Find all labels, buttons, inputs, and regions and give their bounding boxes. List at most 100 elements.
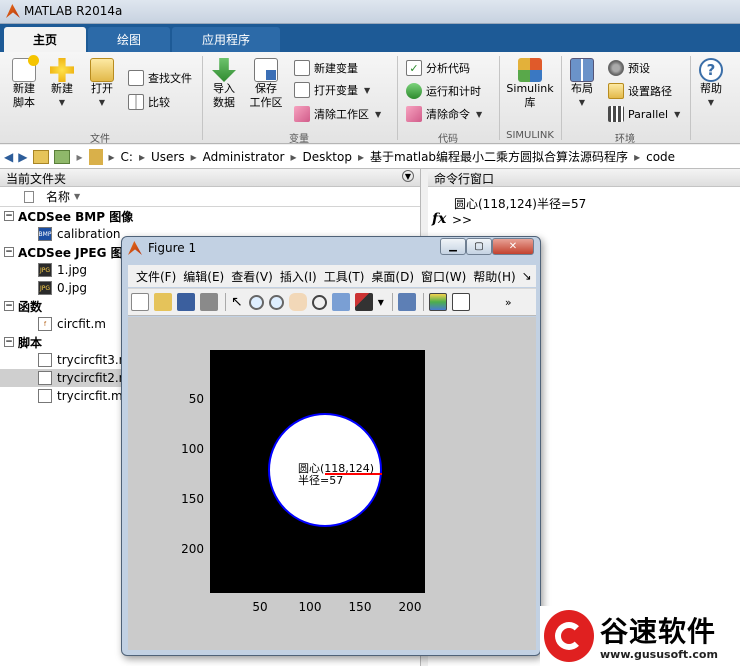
back-arrow-icon[interactable]: ◀: [4, 150, 13, 164]
plus-icon: [50, 58, 74, 82]
pan-hand-icon[interactable]: [288, 293, 307, 311]
gear-icon: [608, 60, 624, 76]
pointer-icon[interactable]: ↖: [231, 294, 243, 310]
preferences-button[interactable]: 预设: [608, 58, 650, 78]
parallel-button[interactable]: Parallel ▼: [608, 104, 680, 124]
new-button[interactable]: 新建 ▼: [46, 58, 78, 110]
save-workspace-button[interactable]: 保存 工作区: [246, 58, 286, 110]
x-tick-label: 200: [399, 600, 422, 614]
menu-file[interactable]: 文件(F): [136, 268, 176, 285]
maximize-button[interactable]: ▢: [466, 238, 492, 255]
jpeg-file-icon: JPG: [38, 281, 52, 295]
figure-title: Figure 1: [148, 241, 197, 255]
run-and-time-button[interactable]: 运行和计时: [406, 81, 481, 101]
open-file-icon[interactable]: [154, 293, 172, 311]
tab-home[interactable]: 主页: [4, 27, 86, 52]
tab-plots[interactable]: 绘图: [88, 27, 170, 52]
legend-icon[interactable]: [451, 293, 470, 311]
clear-commands-button[interactable]: 清除命令 ▼: [406, 104, 482, 124]
browse-folder-icon[interactable]: [54, 149, 71, 164]
open-variable-icon: [294, 82, 310, 98]
panel-menu-icon[interactable]: ▼: [402, 170, 414, 182]
new-variable-button[interactable]: 新建变量: [294, 58, 358, 78]
group-label-environment: 环境: [615, 134, 635, 145]
axes[interactable]: 50 100 150 200 50 100 150 200 圆心(118,124…: [128, 317, 536, 650]
rotate-icon[interactable]: [311, 294, 327, 310]
new-figure-icon[interactable]: [131, 293, 149, 311]
data-cursor-icon[interactable]: [331, 293, 350, 311]
figure-toolbar: ↖ ▼ »: [128, 288, 536, 316]
brand-name: 谷速软件: [600, 615, 717, 648]
simulink-icon: [518, 58, 542, 82]
simulink-library-button[interactable]: Simulink 库: [504, 58, 556, 110]
radius-annotation: 半径=57: [298, 473, 343, 487]
watermark-logo: 谷速软件 www.gususoft.com: [540, 606, 740, 666]
clear-workspace-button[interactable]: 清除工作区 ▼: [294, 104, 381, 124]
figure-window: Figure 1 ▁ ▢ ✕ 文件(F) 编辑(E) 查看(V) 插入(I) 工…: [121, 236, 541, 656]
divider: [561, 56, 562, 140]
script-file-icon: [38, 389, 52, 403]
y-tick-label: 100: [181, 442, 204, 456]
breadcrumb-part[interactable]: Users: [151, 150, 185, 164]
menu-help[interactable]: 帮助(H): [473, 268, 515, 285]
close-button[interactable]: ✕: [492, 238, 534, 255]
forward-arrow-icon[interactable]: ▶: [18, 150, 27, 164]
save-icon[interactable]: [177, 293, 195, 311]
set-path-button[interactable]: 设置路径: [608, 81, 672, 101]
menu-view[interactable]: 查看(V): [231, 268, 273, 285]
import-arrow-icon: [212, 58, 236, 82]
bmp-file-icon: BMP: [38, 227, 52, 241]
column-header[interactable]: 名称 ▼: [0, 187, 420, 207]
minimize-button[interactable]: ▁: [440, 238, 466, 255]
fx-icon[interactable]: fx: [432, 211, 446, 227]
panel-header: 当前文件夹 ▼: [0, 169, 420, 187]
menu-overflow-icon[interactable]: ↘: [522, 269, 532, 283]
zoom-in-icon[interactable]: [248, 294, 264, 310]
figure-title-bar: Figure 1 ▁ ▢ ✕: [122, 237, 540, 259]
toolbar-overflow-icon[interactable]: »: [505, 296, 512, 309]
new-script-button[interactable]: 新建 脚本: [6, 55, 42, 110]
new-variable-icon: [294, 60, 310, 76]
address-bar[interactable]: ◀ ▶ ▸ ▸ C: ▸ Users ▸ Administrator ▸ Des…: [0, 145, 740, 169]
breadcrumb-part[interactable]: Desktop: [302, 150, 352, 164]
help-button[interactable]: ? 帮助 ▼: [696, 58, 726, 110]
parallel-icon: [608, 106, 624, 122]
breadcrumb-part[interactable]: Administrator: [203, 150, 285, 164]
open-button[interactable]: 打开 ▼: [86, 58, 118, 110]
save-workspace-icon: [254, 58, 278, 82]
group-label-variable: 变量: [289, 134, 309, 145]
open-variable-button[interactable]: 打开变量 ▼: [294, 80, 370, 100]
print-icon[interactable]: [200, 293, 218, 311]
analyze-code-button[interactable]: ✓ 分析代码: [406, 58, 470, 78]
title-bar: MATLAB R2014a: [0, 0, 740, 24]
menu-insert[interactable]: 插入(I): [280, 268, 317, 285]
layout-button[interactable]: 布局 ▼: [568, 58, 596, 110]
up-folder-icon[interactable]: [33, 149, 50, 164]
menu-window[interactable]: 窗口(W): [421, 268, 466, 285]
y-tick-label: 150: [181, 492, 204, 506]
compare-button[interactable]: 比较: [128, 92, 170, 112]
divider: [499, 56, 500, 140]
command-prompt: >>: [452, 213, 473, 227]
breadcrumb-part[interactable]: C:: [121, 150, 133, 164]
menu-edit[interactable]: 编辑(E): [183, 268, 224, 285]
colorbar-icon[interactable]: [428, 293, 447, 311]
divider: [397, 56, 398, 140]
menu-tools[interactable]: 工具(T): [324, 268, 365, 285]
zoom-out-icon[interactable]: [268, 294, 284, 310]
figure-menu-bar: 文件(F) 编辑(E) 查看(V) 插入(I) 工具(T) 桌面(D) 窗口(W…: [128, 265, 536, 287]
help-icon: ?: [699, 58, 723, 82]
breadcrumb-part[interactable]: 基于matlab编程最小二乘方圆拟合算法源码程序: [370, 148, 628, 165]
import-data-button[interactable]: 导入 数据: [208, 58, 240, 110]
new-script-icon: [12, 55, 39, 82]
breadcrumb-part[interactable]: code: [646, 150, 675, 164]
menu-desktop[interactable]: 桌面(D): [371, 268, 414, 285]
find-files-icon: [128, 70, 144, 86]
find-files-button[interactable]: 查找文件: [128, 68, 192, 88]
x-tick-label: 150: [349, 600, 372, 614]
link-plot-icon[interactable]: [397, 293, 416, 311]
tab-apps[interactable]: 应用程序: [172, 27, 280, 52]
folder-group[interactable]: − ACDSee BMP 图像: [0, 207, 420, 225]
script-file-icon: [38, 371, 52, 385]
brush-icon[interactable]: [354, 293, 373, 311]
